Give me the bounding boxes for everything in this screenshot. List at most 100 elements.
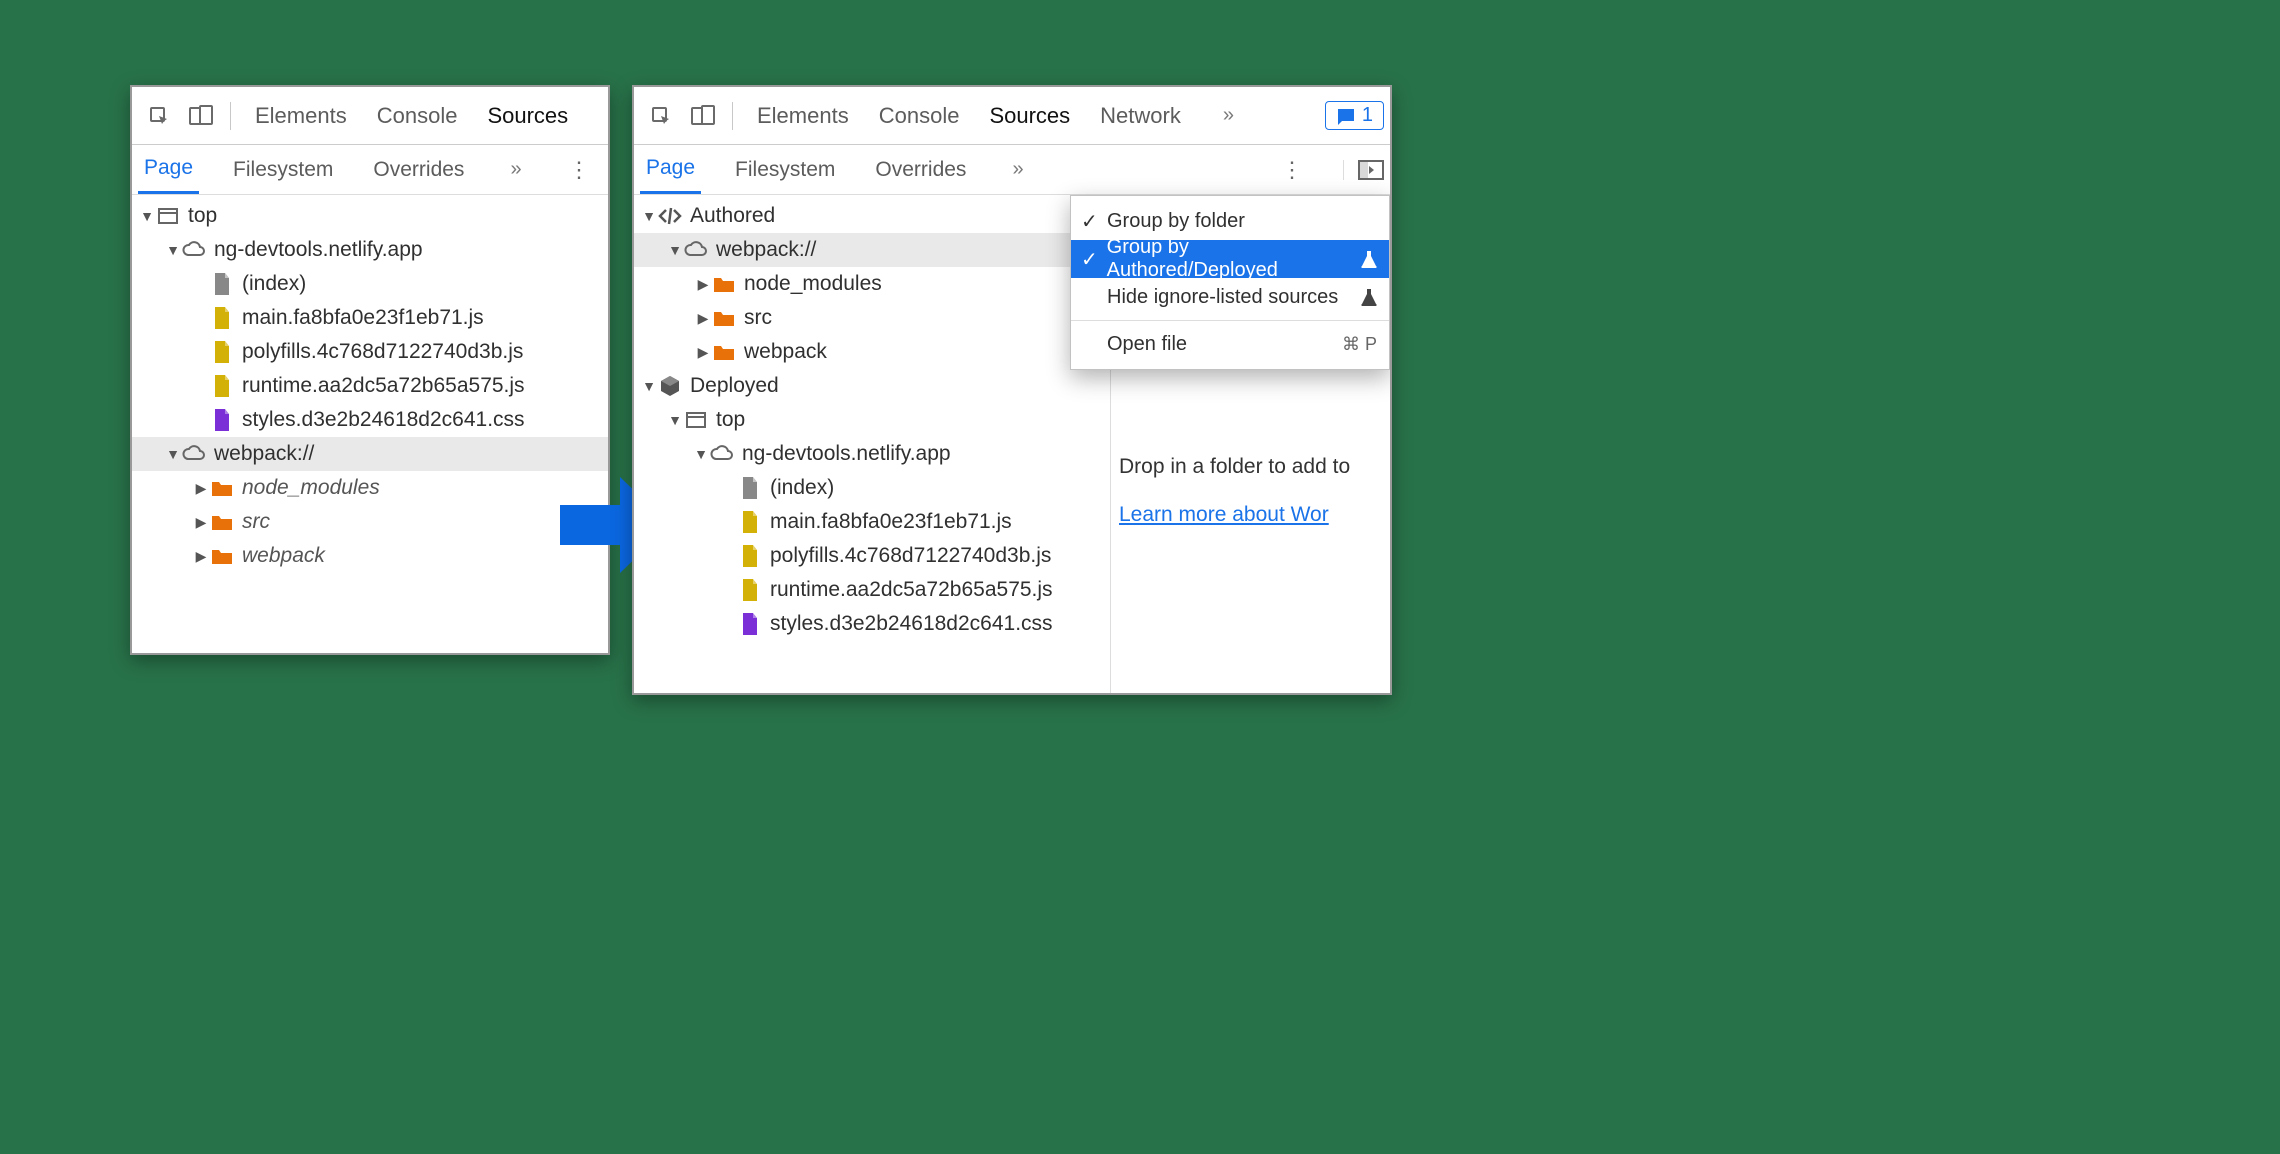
tree-folder[interactable]: ▶ webpack — [132, 539, 608, 573]
file-name: runtime.aa2dc5a72b65a575.js — [242, 374, 525, 398]
shortcut-label: ⌘ P — [1342, 334, 1377, 355]
tab-elements[interactable]: Elements — [255, 103, 347, 129]
tree-file[interactable]: polyfills.4c768d7122740d3b.js — [634, 539, 1114, 573]
subtab-page[interactable]: Page — [640, 145, 701, 194]
tree-folder[interactable]: ▶ node_modules — [132, 471, 608, 505]
tab-console[interactable]: Console — [879, 103, 960, 129]
folder-icon — [712, 272, 736, 296]
tree-top[interactable]: ▼ top — [132, 199, 608, 233]
subtab-page[interactable]: Page — [138, 145, 199, 194]
chevron-down-icon: ▼ — [164, 446, 182, 462]
cloud-icon — [182, 442, 206, 466]
devtools-panel-before: Elements Console Sources Page Filesystem… — [130, 85, 610, 655]
file-icon — [738, 578, 762, 602]
learn-more-link[interactable]: Learn more about Wor — [1119, 503, 1329, 526]
tree-folder[interactable]: ▶ src — [634, 301, 1114, 335]
file-name: polyfills.4c768d7122740d3b.js — [770, 544, 1051, 568]
tree-label: Deployed — [690, 374, 779, 398]
devtools-panel-after: Elements Console Sources Network » 1 Pag… — [632, 85, 1392, 695]
subtab-filesystem[interactable]: Filesystem — [729, 145, 841, 194]
toggle-navigator-icon[interactable] — [1343, 160, 1384, 180]
tree-webpack[interactable]: ▼ webpack:// — [132, 437, 608, 471]
folder-name: webpack — [744, 340, 827, 364]
tree-label: ng-devtools.netlify.app — [214, 238, 423, 262]
tab-sources[interactable]: Sources — [989, 103, 1070, 129]
chevron-down-icon: ▼ — [640, 208, 658, 224]
kebab-menu-icon[interactable]: ⋮ — [1269, 157, 1315, 183]
more-tabs-icon[interactable]: » — [510, 158, 521, 181]
tab-console[interactable]: Console — [377, 103, 458, 129]
device-toggle-icon[interactable] — [682, 95, 724, 137]
folder-icon — [210, 476, 234, 500]
file-icon — [210, 272, 234, 296]
tab-network[interactable]: Network — [1100, 103, 1181, 129]
tab-sources[interactable]: Sources — [487, 103, 568, 129]
device-toggle-icon[interactable] — [180, 95, 222, 137]
subtab-filesystem[interactable]: Filesystem — [227, 145, 339, 194]
tree-top[interactable]: ▼ top — [634, 403, 1114, 437]
tree-file[interactable]: main.fa8bfa0e23f1eb71.js — [132, 301, 608, 335]
file-name: (index) — [242, 272, 306, 296]
tree-file[interactable]: main.fa8bfa0e23f1eb71.js — [634, 505, 1114, 539]
cloud-icon — [182, 238, 206, 262]
file-name: runtime.aa2dc5a72b65a575.js — [770, 578, 1053, 602]
folder-name: webpack — [242, 544, 325, 568]
chevron-right-icon: ▶ — [694, 276, 712, 293]
tree-authored[interactable]: ▼ Authored — [634, 199, 1114, 233]
inspect-icon[interactable] — [640, 95, 682, 137]
frame-icon — [684, 408, 708, 432]
separator — [230, 102, 231, 130]
menu-label: Group by Authored/Deployed — [1107, 236, 1361, 282]
tree-folder[interactable]: ▶ src — [132, 505, 608, 539]
tree-label: top — [188, 204, 217, 228]
main-toolbar: Elements Console Sources Network » 1 — [634, 87, 1390, 145]
more-tabs-icon[interactable]: » — [1012, 158, 1023, 181]
separator — [732, 102, 733, 130]
tree-webpack[interactable]: ▼ webpack:// — [634, 233, 1114, 267]
tree-label: webpack:// — [214, 442, 314, 466]
tree-file[interactable]: runtime.aa2dc5a72b65a575.js — [634, 573, 1114, 607]
kebab-menu-icon[interactable]: ⋮ — [556, 157, 602, 183]
chevron-right-icon: ▶ — [694, 344, 712, 361]
tree-folder[interactable]: ▶ node_modules — [634, 267, 1114, 301]
inspect-icon[interactable] — [138, 95, 180, 137]
chevron-right-icon: ▶ — [694, 310, 712, 327]
tree-file[interactable]: polyfills.4c768d7122740d3b.js — [132, 335, 608, 369]
tree-domain[interactable]: ▼ ng-devtools.netlify.app — [132, 233, 608, 267]
frame-icon — [156, 204, 180, 228]
menu-group-by-authored-deployed[interactable]: ✓ Group by Authored/Deployed — [1071, 240, 1389, 278]
menu-hide-ignore-listed[interactable]: Hide ignore-listed sources — [1071, 278, 1389, 316]
menu-label: Group by folder — [1107, 210, 1245, 233]
sources-subtabs: Page Filesystem Overrides » ⋮ — [132, 145, 608, 195]
tree-folder[interactable]: ▶ webpack — [634, 335, 1114, 369]
check-icon: ✓ — [1081, 209, 1107, 234]
chevron-down-icon: ▼ — [138, 208, 156, 224]
folder-name: src — [242, 510, 270, 534]
tree-file[interactable]: (index) — [132, 267, 608, 301]
tree-file[interactable]: styles.d3e2b24618d2c641.css — [132, 403, 608, 437]
subtab-overrides[interactable]: Overrides — [869, 145, 972, 194]
file-tree: ▼ top ▼ ng-devtools.netlify.app (index) … — [132, 195, 608, 653]
tree-file[interactable]: (index) — [634, 471, 1114, 505]
more-tabs-icon[interactable]: » — [1223, 104, 1234, 127]
tree-domain[interactable]: ▼ ng-devtools.netlify.app — [634, 437, 1114, 471]
file-icon — [738, 544, 762, 568]
tab-elements[interactable]: Elements — [757, 103, 849, 129]
issues-icon — [1336, 107, 1356, 125]
tree-deployed[interactable]: ▼ Deployed — [634, 369, 1114, 403]
file-name: (index) — [770, 476, 834, 500]
file-name: main.fa8bfa0e23f1eb71.js — [770, 510, 1012, 534]
menu-label: Hide ignore-listed sources — [1107, 286, 1338, 309]
menu-open-file[interactable]: Open file ⌘ P — [1071, 325, 1389, 363]
issues-count: 1 — [1362, 104, 1373, 127]
tree-file[interactable]: runtime.aa2dc5a72b65a575.js — [132, 369, 608, 403]
chevron-down-icon: ▼ — [692, 446, 710, 462]
menu-separator — [1071, 320, 1389, 321]
chevron-right-icon: ▶ — [192, 480, 210, 497]
tree-file[interactable]: styles.d3e2b24618d2c641.css — [634, 607, 1114, 641]
menu-group-by-folder[interactable]: ✓ Group by folder — [1071, 202, 1389, 240]
issues-badge[interactable]: 1 — [1325, 101, 1384, 130]
chevron-down-icon: ▼ — [640, 378, 658, 394]
subtab-overrides[interactable]: Overrides — [367, 145, 470, 194]
file-icon — [738, 612, 762, 636]
